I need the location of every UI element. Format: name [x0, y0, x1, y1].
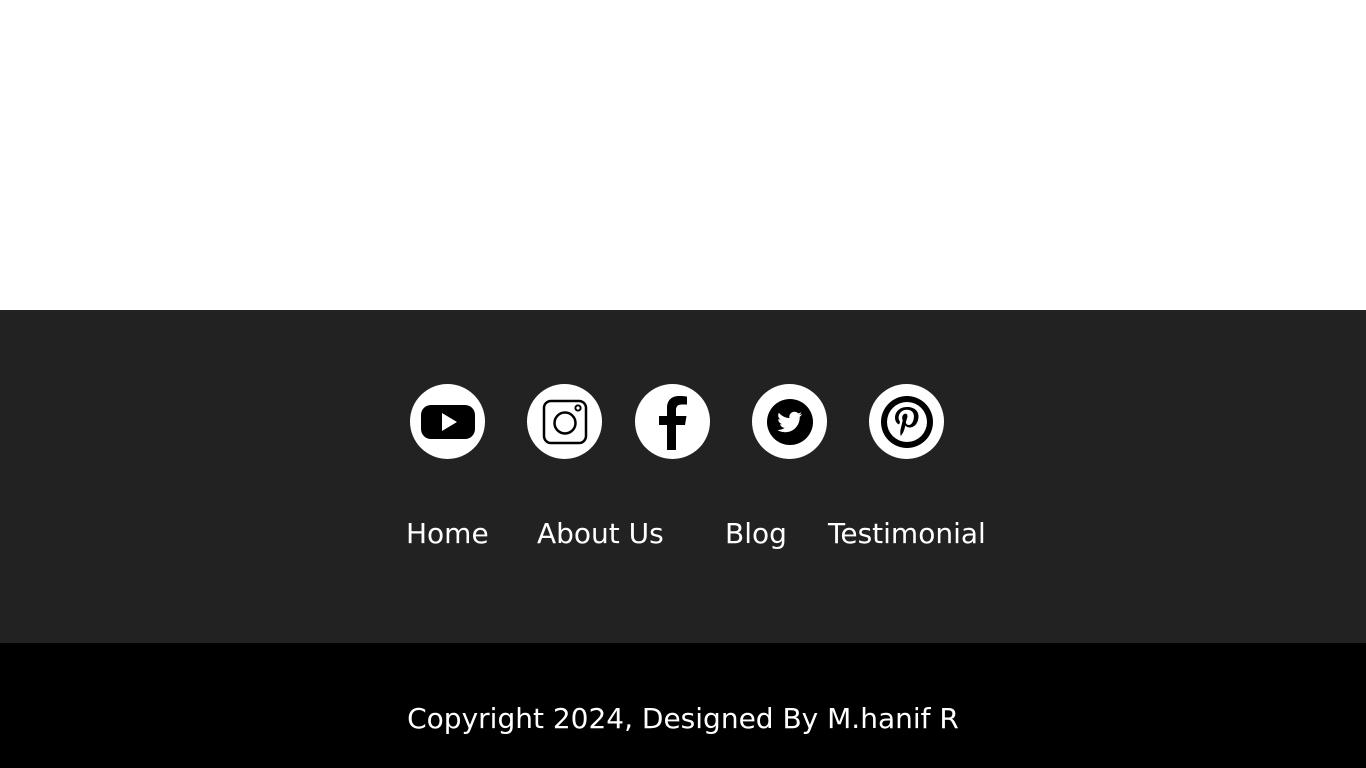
pinterest-icon — [880, 395, 933, 448]
nav-blog[interactable]: Blog — [725, 516, 787, 552]
twitter-link[interactable] — [752, 384, 827, 459]
content-area — [0, 0, 1366, 310]
youtube-icon — [420, 404, 475, 439]
twitter-icon — [766, 398, 813, 445]
copyright-text: Copyright 2024, Designed By M.hanif R — [407, 702, 959, 735]
pinterest-link[interactable] — [869, 384, 944, 459]
page: Home About Us Blog Testimonial Copyright… — [0, 0, 1366, 768]
facebook-link[interactable] — [635, 384, 710, 459]
nav-home[interactable]: Home — [406, 516, 489, 552]
copyright-bar: Copyright 2024, Designed By M.hanif R — [0, 643, 1366, 768]
facebook-icon — [658, 395, 687, 450]
footer: Home About Us Blog Testimonial — [0, 310, 1366, 643]
youtube-link[interactable] — [410, 384, 485, 459]
nav-testimonial[interactable]: Testimonial — [828, 516, 986, 552]
instagram-icon — [542, 399, 587, 444]
instagram-link[interactable] — [527, 384, 602, 459]
nav-about-us[interactable]: About Us — [537, 516, 664, 552]
